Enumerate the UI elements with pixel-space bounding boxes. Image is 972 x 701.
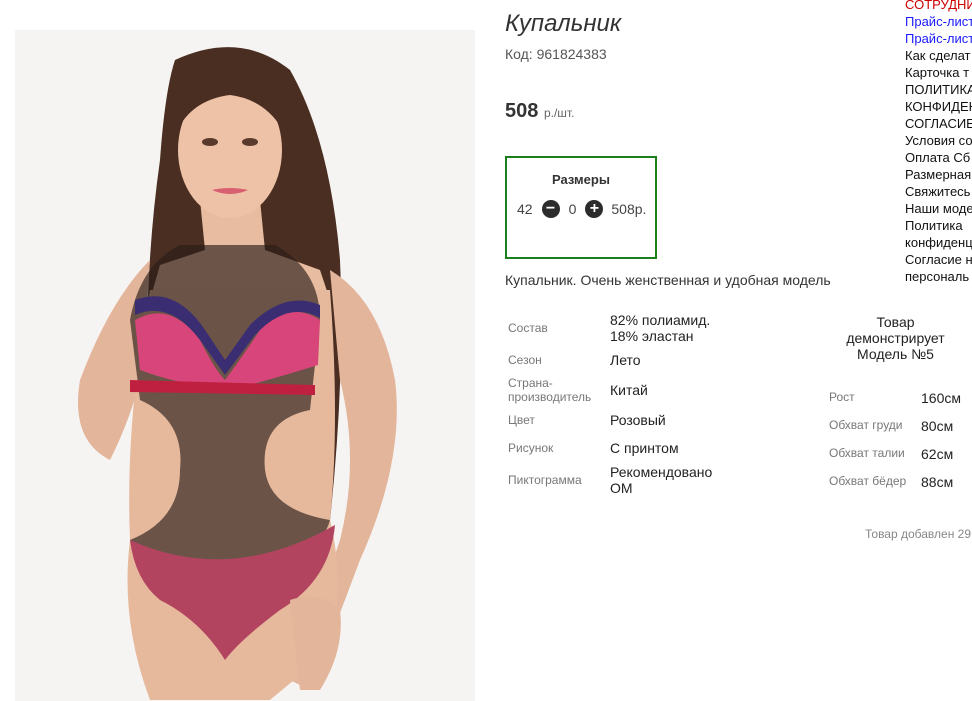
link-staff[interactable]: СОТРУДНИ: [905, 0, 972, 13]
property-label: Цвет: [508, 413, 535, 427]
sizes-box: Размеры 42 − 0 + 508р.: [505, 156, 657, 259]
property-value: Розовый: [610, 412, 666, 428]
link-size-chart[interactable]: Размерная: [905, 166, 972, 183]
property-value: Рекомендовано ОМ: [610, 464, 713, 496]
product-price: 508 р./шт.: [505, 100, 574, 123]
quantity-value: 0: [568, 201, 577, 217]
product-description: Купальник. Очень женственная и удобная м…: [505, 272, 831, 288]
property-label: Состав: [508, 321, 548, 335]
sizes-title: Размеры: [552, 172, 610, 187]
property-label: Сезон: [508, 353, 542, 367]
size-value: 42: [517, 201, 533, 217]
link-consent[interactable]: СОГЛАСИЕ: [905, 115, 972, 132]
model-label: Обхват талии: [829, 446, 905, 460]
property-value: 82% полиамид. 18% эластан: [610, 312, 711, 344]
size-row: 42 − 0 + 508р.: [517, 200, 646, 218]
link-price-list-1[interactable]: Прайс-лист: [905, 13, 972, 30]
product-code: Код: 961824383: [505, 46, 607, 62]
model-value: 160см: [921, 390, 961, 406]
link-contact[interactable]: Свяжитесь: [905, 183, 972, 200]
property-value: Лето: [610, 352, 641, 368]
product-photo[interactable]: [0, 0, 490, 701]
link-terms[interactable]: Условия со: [905, 132, 972, 149]
link-payment[interactable]: Оплата Сб: [905, 149, 972, 166]
info-links: СОТРУДНИ Прайс-лист Прайс-лист Как сдела…: [905, 0, 972, 285]
model-label: Рост: [829, 390, 855, 404]
property-value: Китай: [610, 382, 648, 398]
link-confidentiality[interactable]: КОНФИДЕН: [905, 98, 972, 115]
link-personal-data-consent[interactable]: Согласие н: [905, 251, 972, 268]
plus-circle-icon[interactable]: +: [585, 200, 604, 218]
product-title: Купальник: [505, 10, 622, 37]
link-personal-data-consent-cont[interactable]: персональ: [905, 268, 972, 285]
model-heading: Товар демонстрирует Модель №5: [846, 314, 945, 362]
property-label: Страна-производитель: [508, 376, 592, 404]
link-price-list-2[interactable]: Прайс-лист: [905, 30, 972, 47]
model-illustration: [78, 47, 397, 700]
link-models[interactable]: Наши моде: [905, 200, 972, 217]
model-label: Обхват груди: [829, 418, 903, 432]
model-value: 62см: [921, 446, 954, 462]
link-policy[interactable]: ПОЛИТИКА: [905, 81, 972, 98]
price-unit: р./шт.: [543, 106, 575, 120]
minus-circle-icon[interactable]: −: [541, 200, 560, 218]
property-label: Пиктограмма: [508, 473, 582, 487]
property-label: Рисунок: [508, 441, 554, 455]
model-value: 88см: [921, 474, 954, 490]
property-value: С принтом: [610, 440, 679, 456]
added-date: Товар добавлен 29: [865, 527, 972, 541]
model-value: 80см: [921, 418, 954, 434]
link-card[interactable]: Карточка т: [905, 64, 972, 81]
link-privacy-policy-cont[interactable]: конфиденц: [905, 234, 972, 251]
link-how-to-order[interactable]: Как сделат: [905, 47, 972, 64]
line-price: 508р.: [611, 201, 647, 217]
price-value: 508: [505, 100, 539, 122]
link-privacy-policy[interactable]: Политика: [905, 217, 972, 234]
model-label: Обхват бёдер: [829, 474, 907, 488]
